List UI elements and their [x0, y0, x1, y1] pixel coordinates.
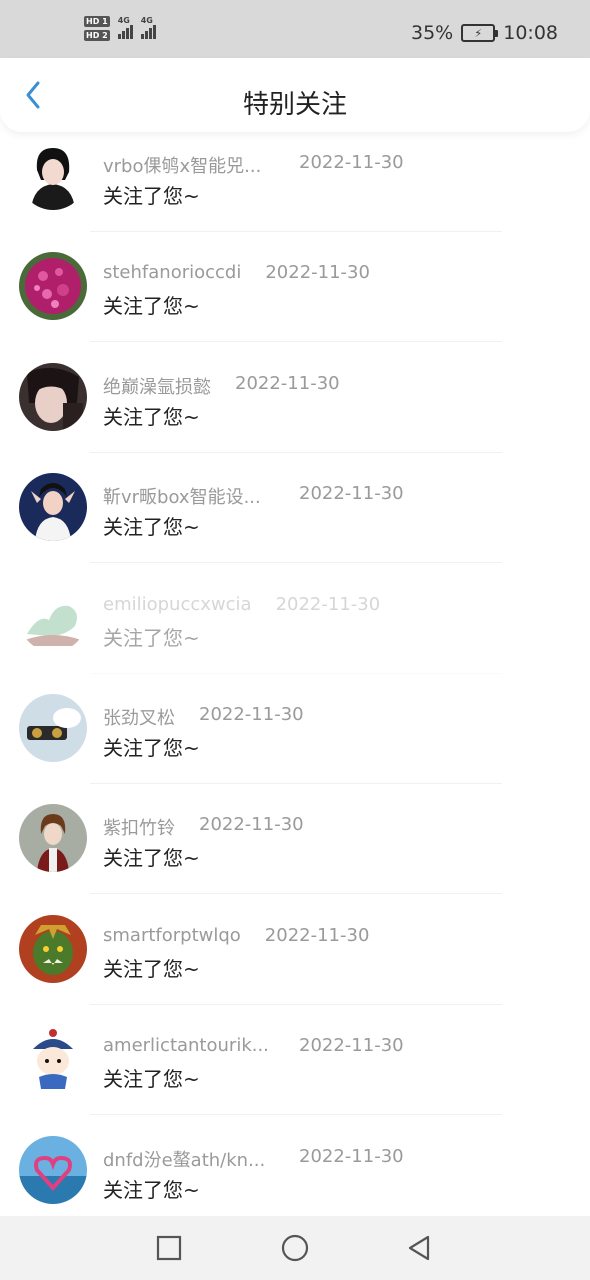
avatar[interactable]	[19, 142, 87, 210]
avatar[interactable]	[19, 473, 87, 542]
username: emiliopuccxwcia	[103, 593, 252, 615]
name-line: 绝巅澡氩损懿 2022-11-30	[103, 373, 340, 399]
username: dnfd汾e螯ath/kn...	[103, 1149, 266, 1171]
avatar[interactable]	[19, 914, 87, 983]
divider	[90, 451, 502, 453]
date: 2022-11-30	[299, 152, 404, 173]
name-line: dnfd汾e螯ath/kn... 2022-11-30	[103, 1146, 404, 1172]
sim2-badge: HD 2	[84, 30, 110, 41]
name-line: amerlictantourik... 2022-11-30	[103, 1035, 404, 1056]
avatar[interactable]	[19, 804, 87, 873]
list-item[interactable]: amerlictantourik... 2022-11-30 关注了您~	[0, 1015, 590, 1125]
back-nav-button[interactable]	[404, 1233, 434, 1263]
date: 2022-11-30	[299, 483, 404, 505]
name-line: smartforptwlqo 2022-11-30	[103, 925, 369, 946]
header: 特别关注	[0, 58, 590, 132]
avatar[interactable]	[19, 693, 87, 762]
triangle-back-icon	[408, 1235, 430, 1261]
action-text: 关注了您~	[103, 184, 200, 208]
divider	[90, 893, 502, 895]
action-text: 关注了您~	[103, 294, 200, 319]
list-item[interactable]: 绝巅澡氩损懿 2022-11-30 关注了您~	[0, 353, 590, 463]
username: amerlictantourik...	[103, 1035, 269, 1057]
action-text: 关注了您~	[103, 846, 200, 871]
page-title: 特别关注	[242, 90, 347, 120]
square-icon	[156, 1235, 182, 1261]
recent-apps-button[interactable]	[154, 1233, 184, 1263]
sim1-badge: HD 1	[84, 16, 110, 27]
name-line: 靳vr畈box智能设... 2022-11-30	[103, 483, 404, 509]
avatar[interactable]	[19, 252, 87, 321]
home-button[interactable]	[280, 1233, 310, 1263]
date: 2022-11-30	[275, 593, 381, 615]
action-text: 关注了您~	[103, 1177, 200, 1202]
name-line: stehfanorioccdi 2022-11-30	[103, 262, 370, 283]
list-item[interactable]: emiliopuccxwcia 2022-11-30 关注了您~	[0, 574, 590, 684]
network1-label: 4G	[117, 15, 130, 25]
action-text: 关注了您~	[103, 735, 200, 760]
status-right: 35% ⚡ 10:08	[411, 22, 558, 44]
date: 2022-11-30	[199, 703, 304, 725]
name-line: vrbo倮鸲x智能兕... 2022-11-30	[103, 152, 404, 178]
username: smartforptwlqo	[103, 924, 241, 946]
avatar[interactable]	[19, 362, 87, 431]
system-nav-bar	[0, 1216, 590, 1280]
clock: 10:08	[503, 22, 558, 44]
username: 靳vr畈box智能设...	[103, 487, 261, 509]
list-item[interactable]: 张劲叉松 2022-11-30 关注了您~	[0, 684, 590, 794]
username: 绝巅澡氩损懿	[103, 376, 211, 398]
battery-icon: ⚡	[461, 24, 499, 42]
divider	[90, 1003, 502, 1005]
signal-icon: 4G	[140, 15, 156, 39]
action-text: 关注了您~	[103, 404, 200, 429]
circle-icon	[281, 1234, 309, 1262]
divider	[90, 672, 502, 674]
divider	[90, 562, 502, 564]
avatar[interactable]	[19, 1135, 87, 1204]
network2-label: 4G	[140, 15, 153, 25]
status-bar: HD 1 HD 2 4G 4G 35% ⚡ 10:08	[0, 0, 590, 58]
date: 2022-11-30	[235, 372, 340, 394]
divider	[90, 341, 502, 343]
list-item[interactable]: 靳vr畈box智能设... 2022-11-30 关注了您~	[0, 463, 590, 573]
date: 2022-11-30	[264, 924, 370, 946]
battery-percent: 35%	[411, 22, 454, 44]
sim-indicators: HD 1 HD 2	[84, 16, 110, 41]
name-line: emiliopuccxwcia 2022-11-30	[103, 594, 380, 615]
list-item[interactable]: smartforptwlqo 2022-11-30 关注了您~	[0, 905, 590, 1015]
list-item[interactable]: vrbo倮鸲x智能兕... 2022-11-30 关注了您~	[0, 132, 590, 242]
follower-list: vrbo倮鸲x智能兕... 2022-11-30 关注了您~ stehfanor…	[0, 132, 590, 1236]
date: 2022-11-30	[299, 1035, 404, 1057]
action-text: 关注了您~	[103, 515, 200, 540]
signal-icon: 4G	[117, 15, 133, 39]
divider	[90, 782, 502, 784]
name-line: 张劲叉松 2022-11-30	[103, 704, 304, 730]
avatar[interactable]	[19, 583, 87, 652]
username: 张劲叉松	[103, 707, 175, 729]
date: 2022-11-30	[299, 1145, 404, 1167]
action-text: 关注了您~	[103, 956, 200, 981]
list-item[interactable]: stehfanorioccdi 2022-11-30 关注了您~	[0, 242, 590, 352]
avatar[interactable]	[19, 1025, 87, 1094]
divider	[90, 231, 502, 232]
username: stehfanorioccdi	[103, 262, 242, 284]
username: vrbo倮鸲x智能兕...	[103, 156, 262, 177]
action-text: 关注了您~	[103, 625, 200, 650]
status-left: HD 1 HD 2 4G 4G	[84, 16, 156, 41]
divider	[90, 1114, 502, 1116]
date: 2022-11-30	[199, 814, 304, 836]
name-line: 紫扣竹铃 2022-11-30	[103, 814, 304, 840]
list-item[interactable]: 紫扣竹铃 2022-11-30 关注了您~	[0, 794, 590, 904]
action-text: 关注了您~	[103, 1067, 200, 1092]
date: 2022-11-30	[265, 262, 370, 284]
username: 紫扣竹铃	[103, 818, 175, 840]
